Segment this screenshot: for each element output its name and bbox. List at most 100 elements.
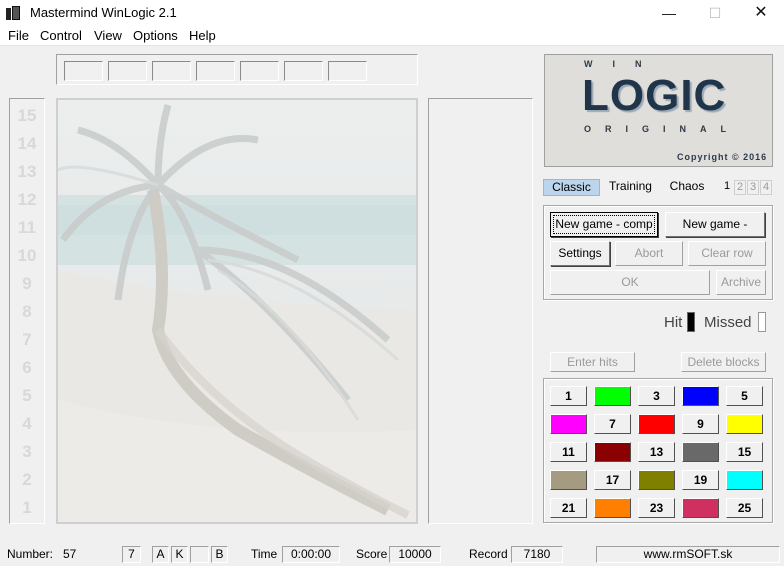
logo-main-text: LOGIC [582, 71, 727, 120]
abort-button[interactable]: Abort [615, 241, 683, 266]
missed-indicator[interactable] [758, 312, 766, 332]
row-number: 11 [18, 218, 36, 237]
title-bar: Mastermind WinLogic 2.1 — ☐ ✕ [0, 0, 784, 26]
number-value: 57 [63, 547, 77, 561]
tab-chaos[interactable]: Chaos [662, 179, 712, 196]
status-field: B [211, 546, 228, 563]
score-label: Score [356, 547, 388, 561]
row-number: 12 [17, 190, 37, 209]
row-number: 6 [22, 358, 32, 377]
code-slot [108, 61, 147, 81]
delete-blocks-button[interactable]: Delete blocks [681, 352, 766, 372]
palette-color-block[interactable] [638, 470, 675, 490]
logo-original-text: ORIGINAL [584, 124, 740, 134]
palette-number-block[interactable]: 1 [550, 386, 587, 406]
enter-hits-button[interactable]: Enter hits [550, 352, 635, 372]
ok-button[interactable]: OK [550, 270, 710, 295]
level-4[interactable]: 4 [760, 180, 772, 195]
code-slot [152, 61, 191, 81]
palette-number-block[interactable]: 25 [726, 498, 763, 518]
palette-color-block[interactable] [682, 442, 719, 462]
code-slot [196, 61, 235, 81]
time-value: 0:00:00 [282, 546, 340, 563]
palette-color-block[interactable] [682, 386, 719, 406]
code-slot [328, 61, 367, 81]
level-3[interactable]: 3 [747, 180, 759, 195]
row-number: 2 [22, 470, 32, 489]
new-game-player-button[interactable]: New game - player [665, 212, 765, 254]
time-label: Time [251, 547, 278, 561]
hit-label: Hit [664, 314, 683, 331]
close-button[interactable]: ✕ [738, 0, 784, 26]
hit-indicator[interactable] [687, 312, 695, 332]
palette-number-block[interactable]: 3 [638, 386, 675, 406]
palette-number-block[interactable]: 7 [594, 414, 631, 434]
game-board[interactable] [56, 98, 418, 524]
palette-number-block[interactable]: 17 [594, 470, 631, 490]
level-1[interactable]: 1 [721, 180, 733, 195]
logo-win-text: WIN [584, 59, 662, 69]
missed-label: Missed [704, 314, 752, 331]
palette-color-block[interactable] [726, 470, 763, 490]
status-field: 7 [122, 546, 141, 563]
window-title: Mastermind WinLogic 2.1 [30, 5, 177, 20]
menu-options[interactable]: Options [133, 28, 178, 43]
row-number: 9 [22, 274, 32, 293]
code-slot [240, 61, 279, 81]
palette-number-block[interactable]: 5 [726, 386, 763, 406]
feedback-panel [428, 98, 533, 524]
beach-palm-image [58, 100, 416, 522]
palette-number-block[interactable]: 15 [726, 442, 763, 462]
row-number: 7 [22, 330, 32, 349]
logo-copyright: Copyright © 2016 [677, 152, 768, 162]
palette-color-block[interactable] [682, 498, 719, 518]
maximize-button[interactable]: ☐ [692, 0, 738, 26]
record-value: 7180 [511, 546, 563, 563]
palette-color-block[interactable] [726, 414, 763, 434]
code-slot [64, 61, 103, 81]
level-2[interactable]: 2 [734, 180, 746, 195]
palette-number-block[interactable]: 19 [682, 470, 719, 490]
settings-button[interactable]: Settings [550, 241, 610, 266]
palette-number-block[interactable]: 9 [682, 414, 719, 434]
row-number: 14 [17, 134, 37, 153]
number-label: Number: [7, 547, 54, 561]
tab-classic[interactable]: Classic [543, 179, 600, 196]
palette-color-block[interactable] [594, 386, 631, 406]
status-field: A [152, 546, 169, 563]
row-number: 5 [22, 386, 32, 405]
palette-number-block[interactable]: 23 [638, 498, 675, 518]
palette-number-block[interactable]: 11 [550, 442, 587, 462]
row-number: 8 [22, 302, 32, 321]
palette-color-block[interactable] [550, 470, 587, 490]
row-number: 13 [17, 162, 37, 181]
minimize-button[interactable]: — [646, 0, 692, 26]
row-number: 1 [22, 498, 32, 517]
palette-color-block[interactable] [638, 414, 675, 434]
menu-bar: File Control View Options Help [0, 26, 784, 46]
record-label: Record [469, 547, 508, 561]
row-number: 10 [17, 246, 37, 265]
new-game-comp-button[interactable]: New game - comp [550, 212, 658, 237]
status-field [190, 546, 209, 563]
website-link[interactable]: www.rmSOFT.sk [596, 546, 780, 563]
menu-help[interactable]: Help [189, 28, 216, 43]
menu-file[interactable]: File [8, 28, 29, 43]
menu-view[interactable]: View [94, 28, 122, 43]
archive-button[interactable]: Archive [716, 270, 766, 295]
status-field: K [171, 546, 188, 563]
code-slot [284, 61, 323, 81]
palette-color-block[interactable] [594, 498, 631, 518]
palette-color-block[interactable] [550, 414, 587, 434]
tab-training[interactable]: Training [604, 179, 657, 196]
app-icon [6, 6, 20, 20]
clear-row-button[interactable]: Clear row [688, 241, 766, 266]
score-value: 10000 [389, 546, 441, 563]
palette-color-block[interactable] [594, 442, 631, 462]
row-number: 3 [22, 442, 32, 461]
palette-number-block[interactable]: 21 [550, 498, 587, 518]
palette-number-block[interactable]: 13 [638, 442, 675, 462]
row-number: 15 [17, 106, 37, 125]
menu-control[interactable]: Control [40, 28, 82, 43]
row-number: 4 [22, 414, 32, 433]
